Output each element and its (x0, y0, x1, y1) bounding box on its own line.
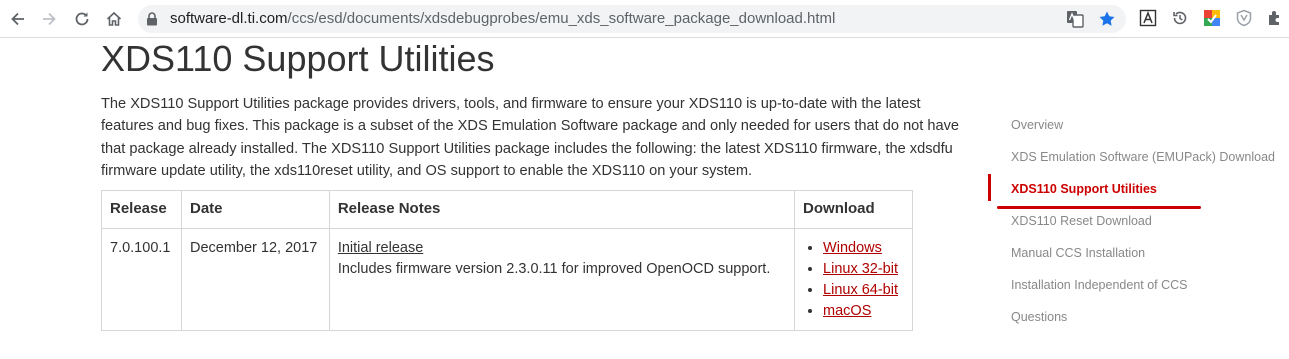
color-extension-icon[interactable] (1203, 9, 1221, 27)
download-windows-link[interactable]: Windows (823, 240, 882, 256)
address-bar[interactable]: software-dl.ti.com/ccs/esd/documents/xds… (138, 5, 1126, 33)
header-release: Release (101, 190, 182, 229)
sidenav-item-xds110-support-utilities[interactable]: XDS110 Support Utilities (1011, 182, 1157, 196)
intro-paragraph: The XDS110 Support Utilities package pro… (101, 96, 960, 179)
browser-toolbar: software-dl.ti.com/ccs/esd/documents/xds… (0, 0, 1289, 38)
reload-button[interactable] (70, 7, 94, 31)
header-date: Date (180, 190, 330, 229)
download-list: Windows Linux 32-bit Linux 64-bit macOS (803, 238, 904, 322)
release-cell: 7.0.100.1 (101, 228, 182, 331)
back-button[interactable] (6, 7, 30, 31)
reload-icon (75, 12, 89, 26)
download-item: Windows (823, 238, 904, 259)
home-icon (106, 11, 122, 26)
active-indicator-bar (988, 174, 991, 201)
notes-cell: Initial release Includes firmware versio… (328, 228, 796, 331)
download-item: macOS (823, 301, 904, 322)
header-release-notes: Release Notes (328, 190, 796, 229)
page-title: XDS110 Support Utilities (101, 38, 495, 79)
url-path: /ccs/esd/documents/xdsdebugprobes/emu_xd… (287, 10, 836, 27)
table-row: 7.0.100.1 December 12, 2017 Initial rele… (101, 228, 913, 331)
url-text: software-dl.ti.com/ccs/esd/documents/xds… (170, 10, 835, 27)
header-download: Download (794, 190, 913, 229)
forward-button[interactable] (37, 7, 61, 31)
url-host: software-dl.ti.com (170, 10, 288, 27)
extensions-puzzle-icon[interactable] (1266, 9, 1284, 27)
forward-arrow-icon (43, 12, 56, 26)
download-item: Linux 32-bit (823, 259, 904, 280)
lock-icon (147, 12, 157, 26)
bookmark-star-icon[interactable] (1098, 10, 1116, 28)
sidenav-item-overview[interactable]: Overview (1011, 118, 1063, 132)
download-linux64-link[interactable]: Linux 64-bit (823, 282, 898, 298)
history-icon[interactable] (1171, 9, 1189, 27)
sidenav-item-manual-ccs-installation[interactable]: Manual CCS Installation (1011, 246, 1145, 260)
sidenav-item-xds110-reset-download[interactable]: XDS110 Reset Download (1011, 214, 1152, 228)
release-table: Release Date Release Notes Download 7.0.… (101, 190, 913, 331)
download-cell: Windows Linux 32-bit Linux 64-bit macOS (794, 228, 913, 331)
active-underline (997, 206, 1201, 209)
date-cell: December 12, 2017 (180, 228, 330, 331)
back-arrow-icon (11, 12, 24, 26)
translate-icon[interactable] (1066, 10, 1084, 28)
download-item: Linux 64-bit (823, 280, 904, 301)
sidenav-item-installation-independent[interactable]: Installation Independent of CCS (1011, 278, 1188, 292)
sidenav-item-emupack-download[interactable]: XDS Emulation Software (EMUPack) Downloa… (1011, 150, 1275, 164)
download-linux32-link[interactable]: Linux 32-bit (823, 261, 898, 277)
reader-extension-icon[interactable] (1139, 9, 1157, 27)
home-button[interactable] (102, 7, 126, 31)
sidenav-item-questions[interactable]: Questions (1011, 310, 1067, 324)
table-header-row: Release Date Release Notes Download (101, 190, 913, 229)
notes-text: Includes firmware version 2.3.0.11 for i… (337, 261, 771, 277)
shield-extension-icon[interactable] (1235, 9, 1253, 27)
download-macos-link[interactable]: macOS (823, 303, 871, 319)
initial-release-link[interactable]: Initial release (338, 240, 423, 256)
